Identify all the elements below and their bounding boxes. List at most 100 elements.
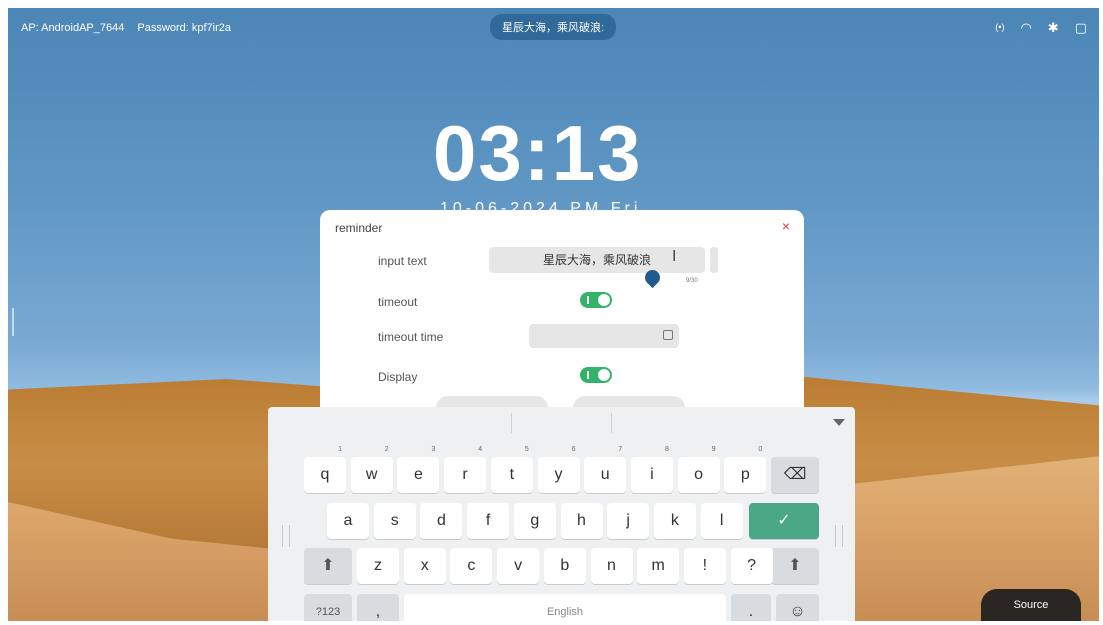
key-p[interactable]: p0 (724, 446, 767, 493)
key-label: b (560, 557, 570, 574)
period-key[interactable]: . (731, 594, 771, 621)
key-n[interactable]: n (590, 548, 633, 584)
close-icon[interactable]: × (782, 218, 790, 234)
key-label: m (651, 557, 665, 574)
key-?[interactable]: ? (730, 548, 773, 584)
on-screen-keyboard: ⌫ ✓ ⬆ ⬆ ?123 , English . ☺ q1w2e3r4t5y6u… (268, 407, 855, 621)
toggle-on-mark-icon (587, 371, 589, 379)
key-label: o (694, 466, 704, 483)
key-v[interactable]: v (497, 548, 540, 584)
dialog-title: reminder (335, 221, 383, 235)
key-number-hint: 3 (431, 446, 436, 453)
key-label: p (740, 466, 750, 483)
keyboard-suggestion-bar (268, 407, 855, 439)
key-label: n (607, 557, 616, 574)
toggle-knob (598, 294, 610, 306)
keyboard-left-grip[interactable] (282, 525, 290, 547)
key-label: ! (702, 557, 708, 574)
timeout-label: timeout (378, 295, 418, 309)
calendar-icon[interactable] (663, 330, 673, 340)
key-label: s (390, 512, 399, 529)
key-label: v (514, 557, 523, 574)
key-number-hint: 8 (664, 446, 669, 453)
key-o[interactable]: o9 (677, 446, 720, 493)
timeout-time-label: timeout time (378, 330, 444, 344)
display-toggle[interactable] (580, 367, 612, 383)
key-label: z (374, 557, 382, 574)
key-label: d (436, 512, 446, 529)
source-button[interactable]: Source (981, 589, 1081, 621)
key-label: h (577, 512, 586, 529)
notice-pill[interactable]: 星辰大海，乘风破浪: (490, 14, 617, 40)
toggle-knob (598, 369, 610, 381)
enter-key[interactable]: ✓ (749, 503, 819, 539)
clock-time: 03:13 (433, 109, 643, 197)
key-label: w (365, 466, 378, 483)
hotspot-icon: (•) (995, 22, 1005, 32)
key-x[interactable]: x (403, 548, 446, 584)
ap-info: AP: AndroidAP_7644 Password: kpf7ir2a (21, 22, 241, 34)
display-label: Display (378, 370, 418, 384)
timeout-toggle[interactable] (580, 292, 612, 308)
key-label: l (719, 512, 724, 529)
key-number-hint: 7 (618, 446, 623, 453)
key-label: q (320, 466, 330, 483)
key-label: f (485, 512, 491, 529)
suggestion-divider (511, 413, 512, 433)
ap-password: Password: kpf7ir2a (137, 22, 231, 34)
emoji-icon[interactable]: ☺ (776, 594, 819, 621)
key-d[interactable]: d (420, 503, 463, 539)
key-g[interactable]: g (513, 503, 556, 539)
key-label: t (509, 466, 515, 483)
key-number-hint: 9 (711, 446, 716, 453)
key-z[interactable]: z (357, 548, 399, 584)
key-label: ? (747, 557, 757, 574)
key-label: e (413, 466, 423, 483)
key-label: r (462, 466, 468, 483)
suggestion-divider (611, 413, 612, 433)
key-number-hint: 0 (758, 446, 763, 453)
key-f[interactable]: f (467, 503, 510, 539)
input-side-handle[interactable] (710, 247, 718, 273)
key-number-hint: 1 (338, 446, 342, 453)
backspace-key[interactable]: ⌫ (771, 457, 819, 493)
key-label: a (343, 512, 353, 529)
key-k[interactable]: k (653, 503, 696, 539)
keyboard-hide-icon[interactable] (833, 419, 845, 426)
ap-name: AP: AndroidAP_7644 (21, 22, 125, 34)
key-t[interactable]: t5 (490, 446, 533, 493)
key-number-hint: 2 (384, 446, 389, 453)
key-j[interactable]: j (607, 503, 650, 539)
key-number-hint: 4 (478, 446, 483, 453)
side-drawer-handle[interactable] (12, 308, 14, 336)
key-b[interactable]: b (543, 548, 586, 584)
key-u[interactable]: u7 (584, 446, 627, 493)
comma-key[interactable]: , (357, 594, 399, 621)
key-e[interactable]: e3 (397, 446, 440, 493)
space-key[interactable]: English (404, 594, 726, 621)
key-l[interactable]: l (700, 503, 743, 539)
shift-left-key[interactable]: ⬆ (304, 548, 352, 584)
key-c[interactable]: c (450, 548, 493, 584)
cast-icon[interactable]: ▢ (1075, 20, 1087, 36)
numbers-key[interactable]: ?123 (304, 594, 352, 621)
key-q[interactable]: q1 (304, 446, 346, 493)
keyboard-right-grip[interactable] (835, 525, 843, 547)
timeout-time-field[interactable] (529, 324, 679, 348)
key-h[interactable]: h (560, 503, 603, 539)
key-![interactable]: ! (683, 548, 726, 584)
key-y[interactable]: y6 (537, 446, 580, 493)
key-i[interactable]: i8 (630, 446, 673, 493)
key-w[interactable]: w2 (350, 446, 393, 493)
key-r[interactable]: r4 (444, 446, 487, 493)
status-icons: (•) ◠ ✱ ▢ (995, 20, 1087, 36)
key-a[interactable]: a (327, 503, 369, 539)
top-status-bar: AP: AndroidAP_7644 Password: kpf7ir2a 星辰… (8, 8, 1099, 48)
char-counter: 9/30 (686, 278, 698, 284)
key-number-hint: 6 (571, 446, 576, 453)
key-m[interactable]: m (637, 548, 680, 584)
key-label: y (554, 466, 563, 483)
shift-right-key[interactable]: ⬆ (771, 548, 819, 584)
key-s[interactable]: s (373, 503, 416, 539)
key-label: c (467, 557, 476, 574)
